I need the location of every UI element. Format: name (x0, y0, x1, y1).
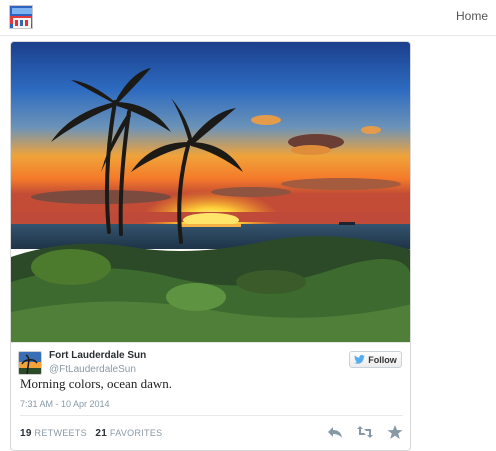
tweet-text: Morning colors, ocean dawn. (20, 376, 172, 391)
site-logo[interactable] (9, 5, 33, 29)
tweet-body: Fort Lauderdale Sun @FtLauderdaleSun Fol… (11, 342, 410, 450)
top-bar: Home (0, 0, 496, 36)
divider (20, 415, 403, 416)
author-name[interactable]: Fort Lauderdale Sun (49, 350, 146, 361)
tweet-actions (327, 425, 403, 439)
retweet-icon[interactable] (357, 425, 373, 439)
tweet-stats: 19 RETWEETS 21 FAVORITES (20, 428, 162, 439)
favorites-label[interactable]: FAVORITES (110, 428, 163, 438)
author-handle[interactable]: @FtLauderdaleSun (49, 364, 136, 375)
retweets-label[interactable]: RETWEETS (35, 428, 87, 438)
favorite-star-icon[interactable] (387, 425, 403, 439)
twitter-bird-icon (354, 355, 366, 364)
author-avatar[interactable] (18, 351, 42, 375)
follow-label: Follow (368, 354, 397, 365)
nav-home-link[interactable]: Home (456, 9, 488, 23)
reply-icon[interactable] (327, 425, 343, 439)
site-logo-icon (10, 6, 32, 28)
sunset-photo (11, 42, 410, 342)
retweets-count[interactable]: 19 (20, 428, 32, 439)
tweet-card: Fort Lauderdale Sun @FtLauderdaleSun Fol… (10, 41, 411, 451)
palm-sunset-avatar-icon (19, 352, 41, 374)
favorites-count[interactable]: 21 (95, 428, 107, 439)
follow-button[interactable]: Follow (349, 351, 402, 368)
tweet-timestamp[interactable]: 7:31 AM - 10 Apr 2014 (20, 399, 110, 409)
